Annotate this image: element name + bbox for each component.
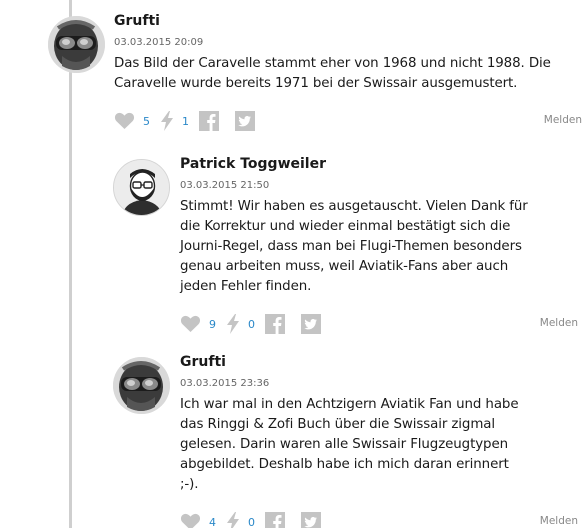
biker-goggles-avatar-image: [113, 357, 170, 414]
heart-icon[interactable]: [180, 513, 201, 528]
comment-timestamp: 03.03.2015 20:09: [114, 37, 204, 48]
avatar[interactable]: [48, 16, 105, 73]
comment-timestamp: 03.03.2015 23:36: [180, 378, 270, 389]
comment-text: Das Bild der Caravelle stammt eher von 1…: [114, 56, 551, 91]
twitter-icon[interactable]: [301, 314, 321, 334]
twitter-icon[interactable]: [301, 512, 321, 528]
comment: Grufti 03.03.2015 20:09 Das Bild der Car…: [48, 12, 582, 133]
report-link[interactable]: Melden: [540, 317, 578, 329]
facebook-icon[interactable]: [265, 512, 285, 528]
comment-reply: Grufti 03.03.2015 23:36 Ich war mal in d…: [113, 353, 578, 528]
facebook-icon[interactable]: [199, 111, 219, 131]
comment-reply: Patrick Toggweiler 03.03.2015 21:50 Stim…: [113, 155, 578, 336]
comment-actions: 9 0 Melden: [180, 312, 578, 336]
comment-timestamp: 03.03.2015 21:50: [180, 180, 270, 191]
comment-author[interactable]: Patrick Toggweiler: [180, 155, 528, 173]
lightning-icon[interactable]: [226, 512, 240, 528]
like-count: 5: [143, 114, 150, 128]
twitter-icon[interactable]: [235, 111, 255, 131]
like-count: 9: [209, 317, 216, 331]
comment-actions: 4 0 Melden: [180, 510, 578, 528]
lightning-icon[interactable]: [226, 314, 240, 334]
report-link[interactable]: Melden: [544, 114, 582, 126]
boost-count: 0: [248, 317, 255, 331]
avatar[interactable]: [113, 159, 170, 216]
boost-count: 1: [182, 114, 189, 128]
lightning-icon[interactable]: [160, 111, 174, 131]
report-link[interactable]: Melden: [540, 515, 578, 527]
like-count: 4: [209, 515, 216, 528]
comment-thread: Grufti 03.03.2015 20:09 Das Bild der Car…: [0, 0, 582, 528]
heart-icon[interactable]: [180, 315, 201, 333]
comment-text: Ich war mal in den Achtzigern Aviatik Fa…: [180, 397, 519, 492]
comment-actions: 5 1 Melden: [114, 109, 582, 133]
heart-icon[interactable]: [114, 112, 135, 130]
biker-goggles-avatar-image: [48, 16, 105, 73]
comment-author[interactable]: Grufti: [180, 353, 528, 371]
comment-text: Stimmt! Wir haben es ausgetauscht. Viele…: [180, 199, 528, 294]
facebook-icon[interactable]: [265, 314, 285, 334]
boost-count: 0: [248, 515, 255, 528]
bearded-man-illustration-avatar-image: [114, 160, 169, 215]
avatar[interactable]: [113, 357, 170, 414]
comment-author[interactable]: Grufti: [114, 12, 578, 30]
